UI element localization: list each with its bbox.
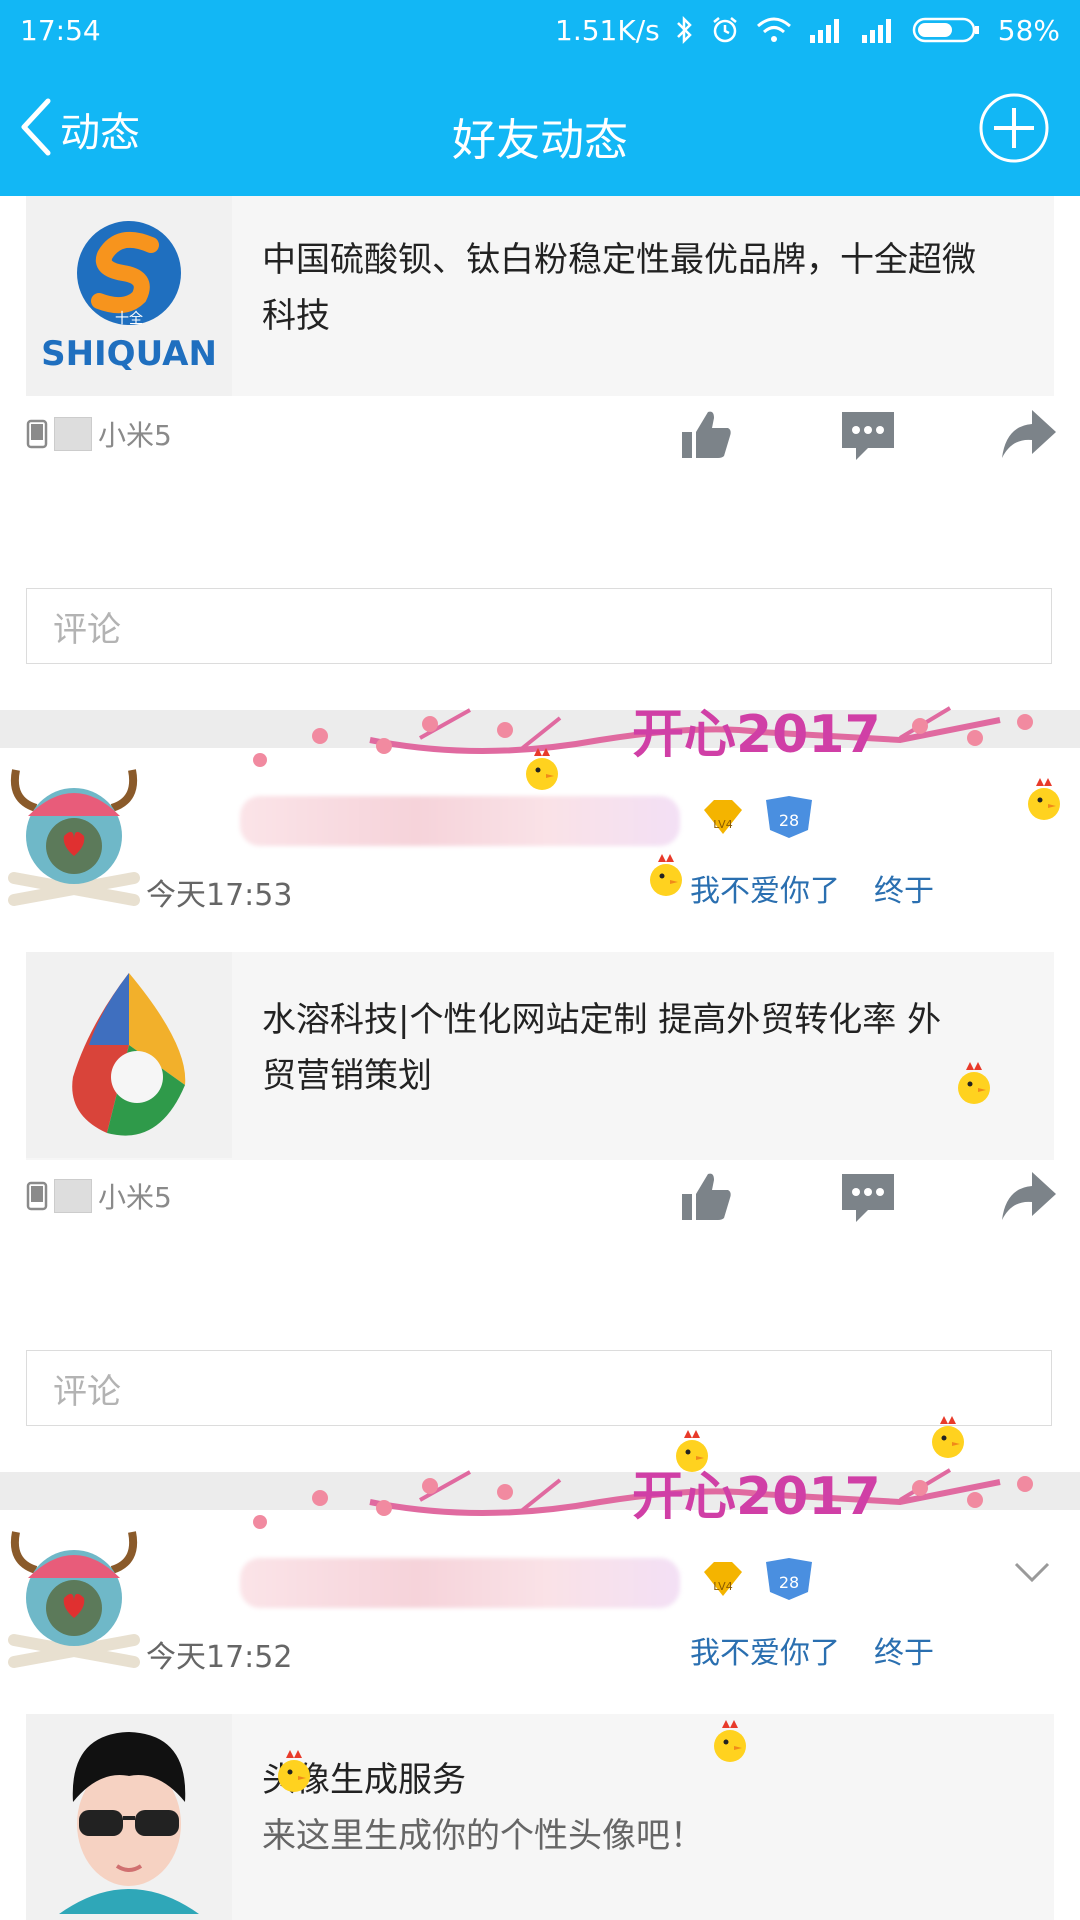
wifi-icon xyxy=(756,16,792,44)
shared-link-card[interactable]: 水溶科技|个性化网站定制 提高外贸转化率 外 贸营销策划 xyxy=(26,952,1054,1160)
svg-text:28: 28 xyxy=(779,811,799,830)
card-thumbnail: 十全 SHIQUAN xyxy=(26,196,232,396)
username-blurred xyxy=(240,1558,680,1608)
comment-icon[interactable] xyxy=(838,404,898,464)
user-avatar[interactable] xyxy=(6,760,142,910)
new-year-banner: 开心2017 xyxy=(253,1467,1033,1529)
card-thumbnail xyxy=(26,952,232,1158)
like-icon[interactable] xyxy=(676,1166,736,1226)
chick-sticker-icon xyxy=(526,748,558,790)
card-text: 水溶科技|个性化网站定制 提高外贸转化率 外 贸营销策划 xyxy=(232,952,971,1160)
alarm-icon xyxy=(710,15,740,45)
shared-link-card[interactable]: 十全 SHIQUAN 中国硫酸钡、钛白粉稳定性最优品牌，十全超微 科技 xyxy=(26,196,1054,396)
title-bar: 动态 好友动态 xyxy=(0,60,1080,196)
chick-sticker-icon xyxy=(958,1062,990,1104)
chick-sticker-icon xyxy=(932,1416,964,1458)
vip-level-badge: 28 xyxy=(766,796,812,838)
status-bar: 17:54 1.51K/s 58% xyxy=(0,0,1080,60)
water-drop-logo xyxy=(72,973,186,1136)
card-title: 头像生成服务 xyxy=(262,1760,466,1800)
cartoon-avatar-image xyxy=(59,1732,199,1914)
status-tag-2[interactable]: 终于 xyxy=(874,866,934,910)
post-time: 今天17:52 xyxy=(146,1640,293,1675)
status-tag-1[interactable]: 我不爱你了 xyxy=(690,1628,840,1672)
post-actions xyxy=(0,1158,1080,1222)
chevron-down-icon[interactable] xyxy=(1012,1560,1052,1584)
diamond-lv-badge: LV4 xyxy=(704,1562,742,1596)
card-thumbnail xyxy=(26,1714,232,1920)
share-icon[interactable] xyxy=(998,1166,1058,1226)
diamond-lv-badge: LV4 xyxy=(704,800,742,834)
card-title-line1: 水溶科技|个性化网站定制 提高外贸转化率 外 xyxy=(262,1000,942,1040)
chick-sticker-icon xyxy=(650,854,682,896)
feed[interactable]: 十全 SHIQUAN 中国硫酸钡、钛白粉稳定性最优品牌，十全超微 科技 小米5 … xyxy=(0,196,1080,1920)
page-title: 好友动态 xyxy=(452,115,628,166)
chick-sticker-icon xyxy=(676,1430,708,1472)
card-title-line2: 科技 xyxy=(262,296,330,336)
vip-level-badge: 28 xyxy=(766,1558,812,1600)
comment-input[interactable]: 评论 xyxy=(26,588,1052,664)
card-text: 中国硫酸钡、钛白粉稳定性最优品牌，十全超微 科技 xyxy=(232,196,1006,396)
comment-placeholder: 评论 xyxy=(53,609,121,650)
card-text: 头像生成服务 来这里生成你的个性头像吧！ xyxy=(232,1714,734,1920)
svg-text:LV4: LV4 xyxy=(713,1580,732,1593)
logo-cn-text: 十全 xyxy=(115,310,143,327)
status-time: 17:54 xyxy=(20,13,101,47)
banner-text: 开心2017 xyxy=(632,705,881,765)
comment-input[interactable]: 评论 xyxy=(26,1350,1052,1426)
add-button[interactable] xyxy=(978,92,1050,164)
plus-circle-icon xyxy=(979,93,1049,163)
post-time: 今天17:53 xyxy=(146,878,293,913)
user-avatar[interactable] xyxy=(6,1522,142,1672)
status-tag-2[interactable]: 终于 xyxy=(874,1628,934,1672)
svg-text:LV4: LV4 xyxy=(713,818,732,831)
banner-text: 开心2017 xyxy=(632,1467,881,1527)
card-title-line1: 中国硫酸钡、钛白粉稳定性最优品牌，十全超微 xyxy=(262,240,976,280)
status-icons: 1.51K/s 58% xyxy=(555,14,1060,47)
share-icon[interactable] xyxy=(998,404,1058,464)
bluetooth-icon xyxy=(676,15,694,45)
post-actions xyxy=(0,396,1080,460)
shiquan-logo: 十全 SHIQUAN xyxy=(41,221,217,374)
logo-en-text: SHIQUAN xyxy=(41,334,217,374)
username-blurred xyxy=(240,796,680,846)
signal-icon xyxy=(808,17,844,43)
battery-icon xyxy=(912,15,982,45)
status-tag-1[interactable]: 我不爱你了 xyxy=(690,866,840,910)
svg-text:28: 28 xyxy=(779,1573,799,1592)
comment-icon[interactable] xyxy=(838,1166,898,1226)
chick-sticker-icon xyxy=(714,1720,746,1762)
shared-link-card[interactable]: 头像生成服务 来这里生成你的个性头像吧！ xyxy=(26,1714,1054,1920)
card-subtitle: 来这里生成你的个性头像吧！ xyxy=(262,1816,704,1856)
chick-sticker-icon xyxy=(278,1750,310,1792)
signal-icon xyxy=(860,17,896,43)
card-title-line2: 贸营销策划 xyxy=(262,1056,432,1096)
battery-percent: 58% xyxy=(997,13,1060,47)
comment-placeholder: 评论 xyxy=(53,1371,121,1412)
chick-sticker-icon xyxy=(1028,778,1060,820)
like-icon[interactable] xyxy=(676,404,736,464)
net-speed: 1.51K/s xyxy=(555,13,660,47)
